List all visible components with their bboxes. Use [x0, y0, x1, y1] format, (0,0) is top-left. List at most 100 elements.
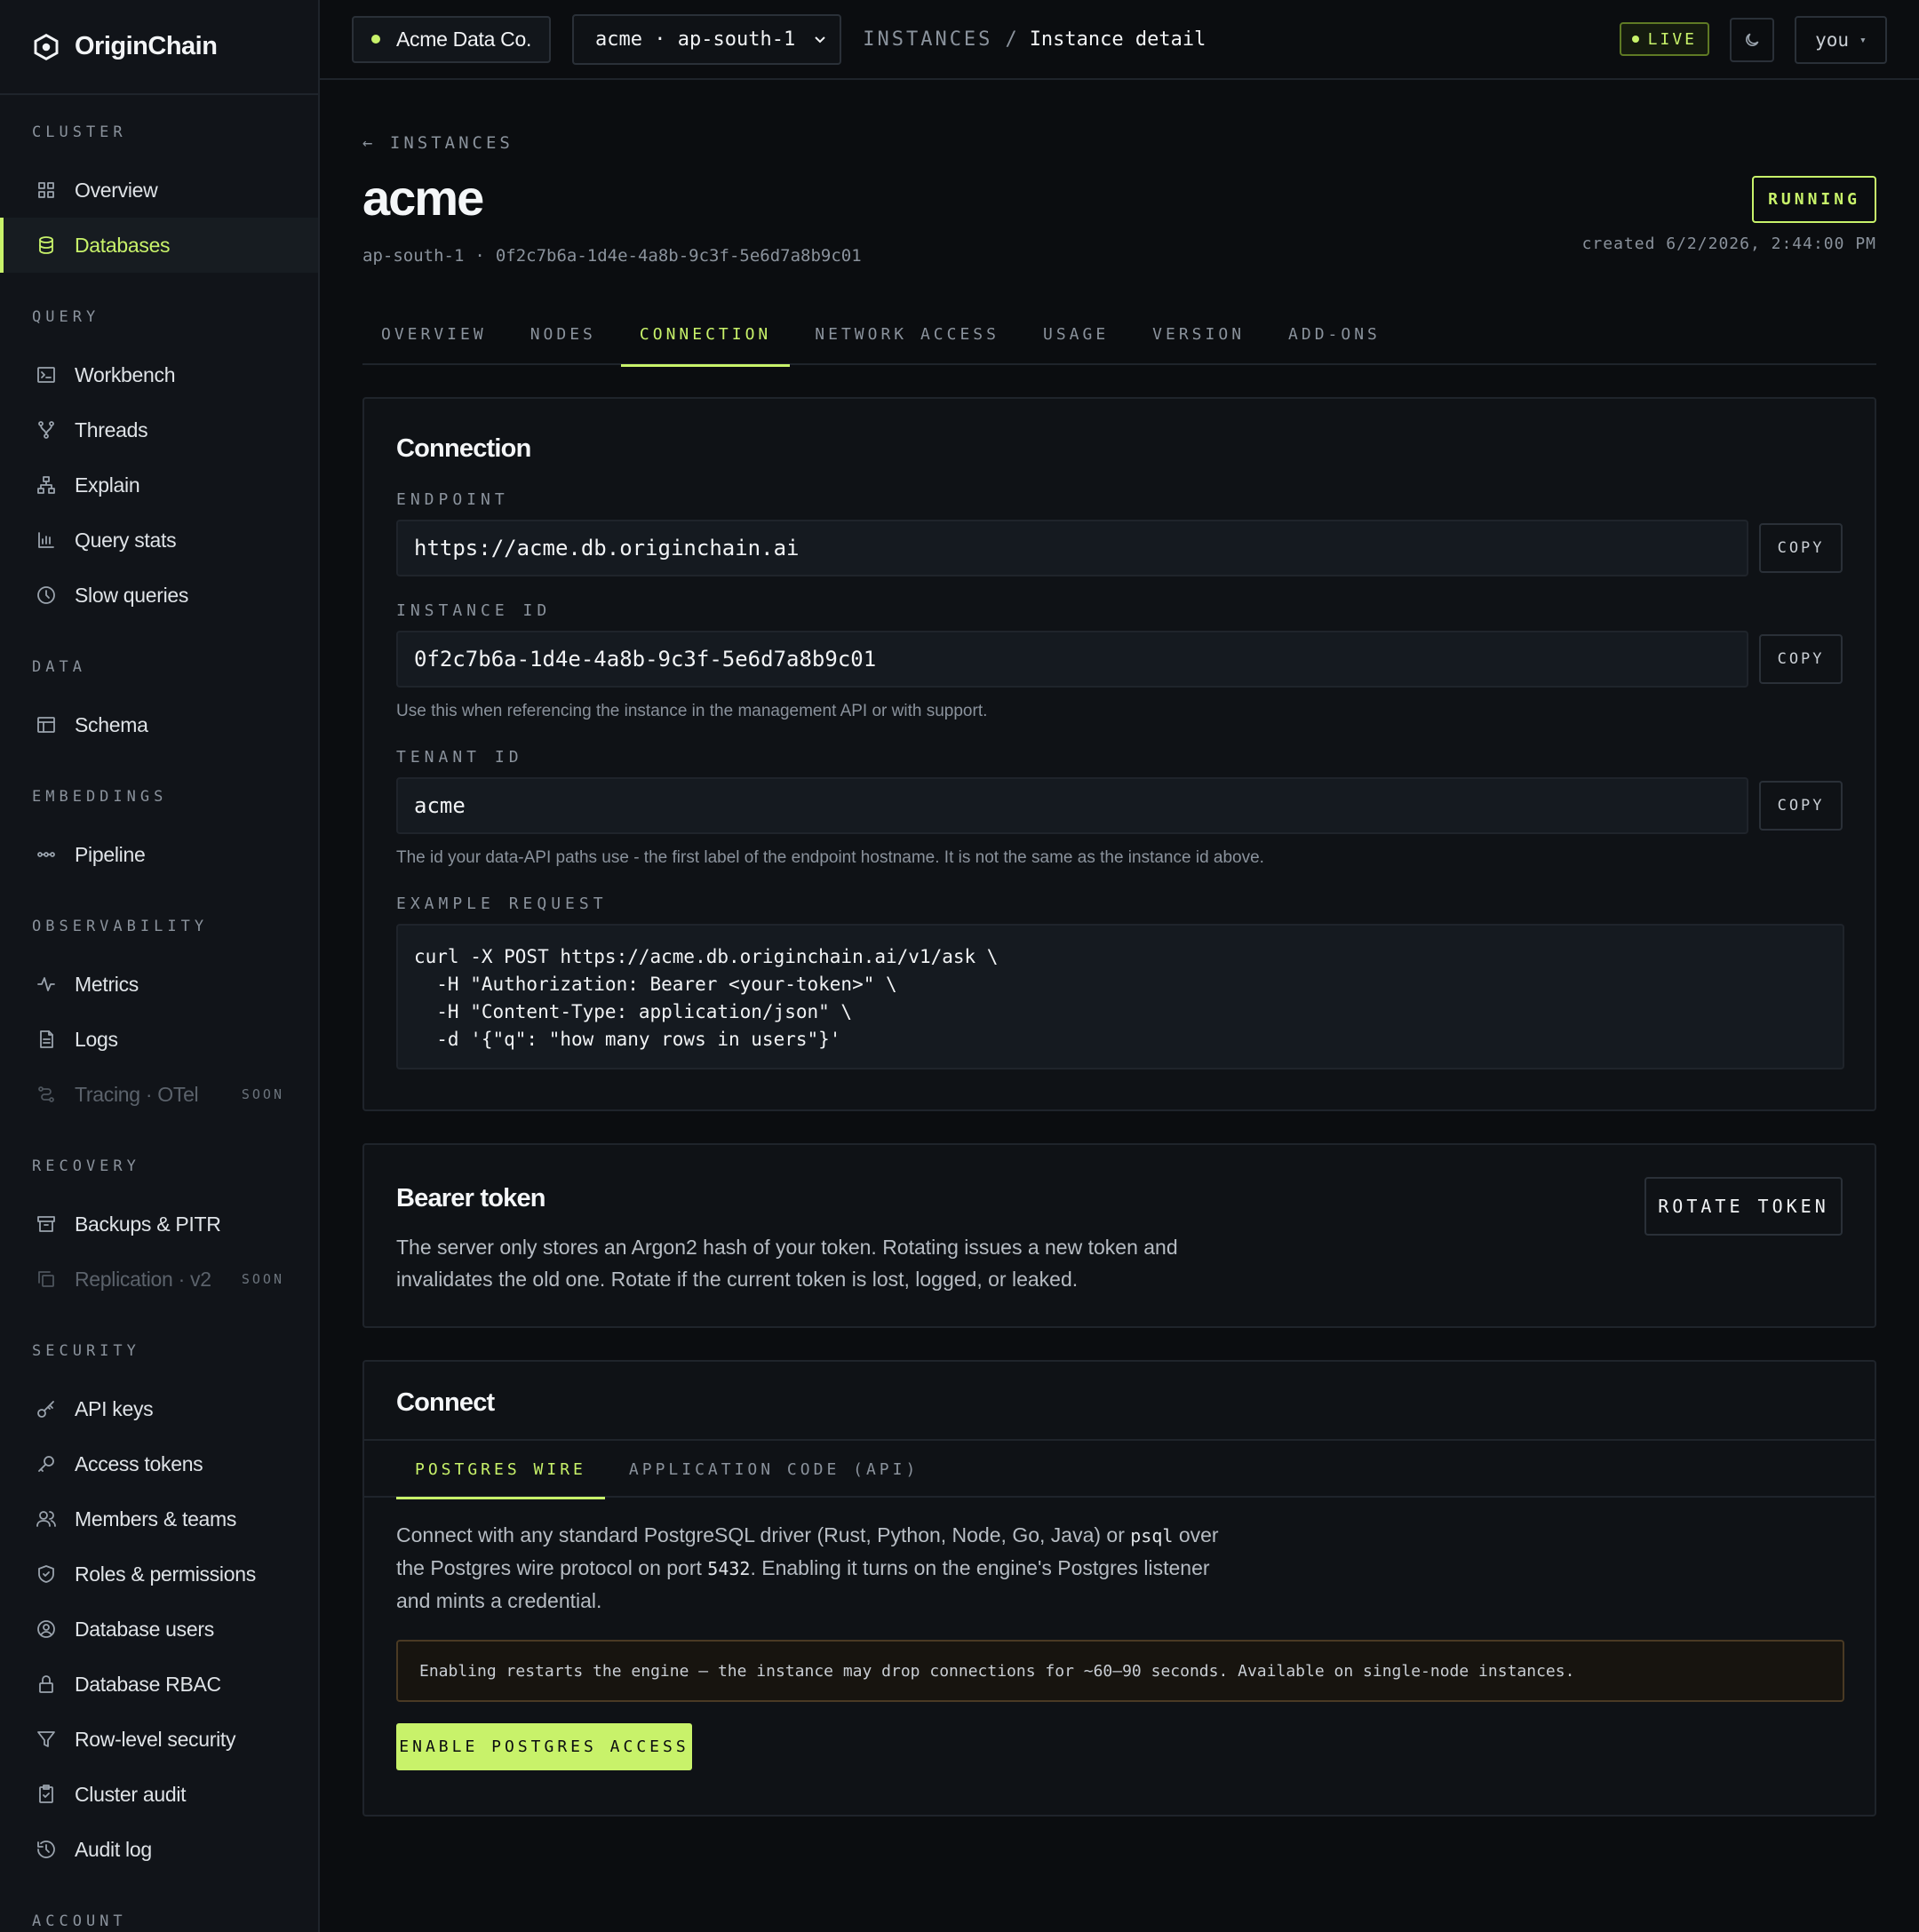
soon-badge: SOON — [241, 1086, 284, 1102]
history-icon — [37, 1841, 55, 1858]
sidebar-item-query-stats[interactable]: Query stats — [0, 513, 318, 568]
nav-section-cluster: CLUSTER Overview Databases — [0, 95, 318, 273]
nav-section-data: DATA Schema — [0, 623, 318, 752]
sidebar-item-access-tokens[interactable]: Access tokens — [0, 1436, 318, 1491]
copy-endpoint-button[interactable]: COPY — [1759, 523, 1843, 573]
connection-title: Connection — [396, 434, 531, 463]
postgres-wire-description: Connect with any standard PostgreSQL dri… — [396, 1523, 1219, 1612]
token-key-icon — [38, 1456, 54, 1472]
bar-chart-icon — [38, 532, 54, 548]
moon-icon — [1746, 33, 1759, 46]
sidebar-item-label: Audit log — [75, 1837, 152, 1861]
user-circle-icon — [37, 1620, 55, 1638]
nav-section-heading: SECURITY — [32, 1342, 140, 1360]
rotate-token-button[interactable]: ROTATE TOKEN — [1644, 1177, 1843, 1236]
copy-tenant-id-button[interactable]: COPY — [1759, 781, 1843, 831]
org-switcher[interactable]: Acme Data Co. — [352, 15, 552, 63]
sidebar-item-tracing-otel: Tracing · OTel SOON — [0, 1067, 318, 1122]
sidebar-item-label: Workbench — [75, 362, 176, 386]
example-request-code[interactable]: curl -X POST https://acme.db.originchain… — [396, 924, 1844, 1069]
status-badge: RUNNING — [1752, 176, 1876, 223]
tab-overview[interactable]: OVERVIEW — [362, 303, 506, 365]
sidebar-item-schema[interactable]: Schema — [0, 697, 318, 752]
sidebar-item-backups-pitr[interactable]: Backups & PITR — [0, 1197, 318, 1252]
theme-toggle-button[interactable] — [1730, 18, 1774, 62]
sidebar-item-metrics[interactable]: Metrics — [0, 957, 318, 1012]
sidebar-item-roles-permissions[interactable]: Roles & permissions — [0, 1546, 318, 1602]
sidebar-item-label: Roles & permissions — [75, 1562, 256, 1586]
tab-connection[interactable]: CONNECTION — [620, 303, 791, 367]
instance-select[interactable]: acme · ap-south-1 — [572, 13, 842, 65]
sidebar-item-workbench[interactable]: Workbench — [0, 347, 318, 402]
nav-section-heading: DATA — [32, 658, 86, 676]
sidebar-item-slow-queries[interactable]: Slow queries — [0, 568, 318, 623]
org-name: Acme Data Co. — [396, 27, 532, 51]
sidebar-item-label: Pipeline — [75, 842, 146, 866]
sidebar-item-explain[interactable]: Explain — [0, 457, 318, 513]
soon-badge: SOON — [241, 1271, 284, 1287]
back-to-instances-link[interactable]: ← INSTANCES — [362, 133, 1876, 153]
nav-section-heading: RECOVERY — [32, 1157, 140, 1175]
filter-icon — [37, 1731, 55, 1747]
breadcrumb-instances[interactable]: INSTANCES — [863, 28, 992, 51]
sidebar-item-database-rbac[interactable]: Database RBAC — [0, 1657, 318, 1712]
copy-instance-id-button[interactable]: COPY — [1759, 634, 1843, 684]
brand-name: OriginChain — [75, 32, 218, 60]
instance-tabs: OVERVIEW NODES CONNECTION NETWORK ACCESS USA… — [362, 303, 1876, 367]
sidebar-item-overview[interactable]: Overview — [0, 163, 318, 218]
nav-section-heading: ACCOUNT — [32, 1912, 127, 1930]
hexagon-logo-icon — [34, 33, 59, 60]
clock-icon — [37, 586, 55, 604]
sidebar-item-label: Tracing · OTel — [75, 1082, 199, 1106]
connect-tab-application-code-api[interactable]: APPLICATION CODE (API) — [610, 1441, 937, 1498]
sidebar-item-label: API keys — [75, 1396, 154, 1420]
tenant-id-label: TENANT ID — [396, 748, 523, 767]
sidebar-item-cluster-audit[interactable]: Cluster audit — [0, 1767, 318, 1822]
tab-nodes[interactable]: NODES — [512, 303, 615, 365]
sidebar-item-row-level-security[interactable]: Row-level security — [0, 1712, 318, 1767]
connect-tabs: POSTGRES WIRE APPLICATION CODE (API) — [364, 1439, 1875, 1499]
sidebar-item-threads[interactable]: Threads — [0, 402, 318, 457]
sidebar-item-label: Replication · v2 — [75, 1267, 211, 1291]
tenant-id-field[interactable]: acme — [396, 777, 1749, 834]
sidebar-item-label: Database RBAC — [75, 1672, 221, 1696]
connection-card: Connection ENDPOINT https://acme.db.orig… — [362, 397, 1876, 1111]
instance-id-field[interactable]: 0f2c7b6a-1d4e-4a8b-9c3f-5e6d7a8b9c01 — [396, 631, 1749, 688]
sidebar-item-label: Backups & PITR — [75, 1212, 221, 1236]
key-icon — [37, 1401, 54, 1418]
tab-network-access[interactable]: NETWORK ACCESS — [796, 303, 1018, 365]
connect-tab-postgres-wire[interactable]: POSTGRES WIRE — [396, 1441, 605, 1499]
sidebar-item-api-keys[interactable]: API keys — [0, 1381, 318, 1436]
sidebar-item-pipeline[interactable]: Pipeline — [0, 827, 318, 882]
tab-version[interactable]: VERSION — [1134, 303, 1263, 365]
sidebar-item-audit-log[interactable]: Audit log — [0, 1822, 318, 1877]
sidebar-item-members-teams[interactable]: Members & teams — [0, 1491, 318, 1546]
user-menu-button[interactable]: you ▾ — [1795, 16, 1887, 64]
sidebar-item-database-users[interactable]: Database users — [0, 1602, 318, 1657]
chevron-down-icon — [815, 36, 825, 44]
restart-warning: Enabling restarts the engine — the insta… — [396, 1640, 1844, 1702]
endpoint-field[interactable]: https://acme.db.originchain.ai — [396, 520, 1749, 576]
connect-title: Connect — [396, 1388, 495, 1417]
tab-add-ons[interactable]: ADD-ONS — [1270, 303, 1399, 365]
sidebar-item-label: Members & teams — [75, 1507, 237, 1530]
nav-section-embeddings: EMBEDDINGS Pipeline — [0, 752, 318, 882]
instance-id-help: Use this when referencing the instance i… — [396, 702, 988, 720]
instance-region: ap-south-1 — [362, 246, 465, 266]
sidebar: OriginChain CLUSTER Overview Databases QUER… — [0, 0, 320, 1932]
sidebar-item-label: Database users — [75, 1617, 214, 1641]
nav-section-recovery: RECOVERY Backups & PITR Replication · v2 SO… — [0, 1122, 318, 1307]
sidebar-item-label: Metrics — [75, 972, 139, 996]
brand[interactable]: OriginChain — [0, 0, 318, 95]
sidebar-item-logs[interactable]: Logs — [0, 1012, 318, 1067]
instance-id-label: INSTANCE ID — [396, 601, 552, 620]
tenant-id-help: The id your data-API paths use - the fir… — [396, 848, 1264, 867]
nav-section-security: SECURITY API keys Access tokens Members & t… — [0, 1307, 318, 1877]
clipboard-icon — [39, 1785, 53, 1803]
port-code: 5432 — [707, 1558, 751, 1579]
sidebar-item-databases[interactable]: Databases — [0, 218, 318, 273]
enable-postgres-access-button[interactable]: ENABLE POSTGRES ACCESS — [396, 1723, 692, 1770]
tab-usage[interactable]: USAGE — [1024, 303, 1127, 365]
grid-icon — [38, 182, 54, 198]
file-icon — [40, 1030, 53, 1048]
